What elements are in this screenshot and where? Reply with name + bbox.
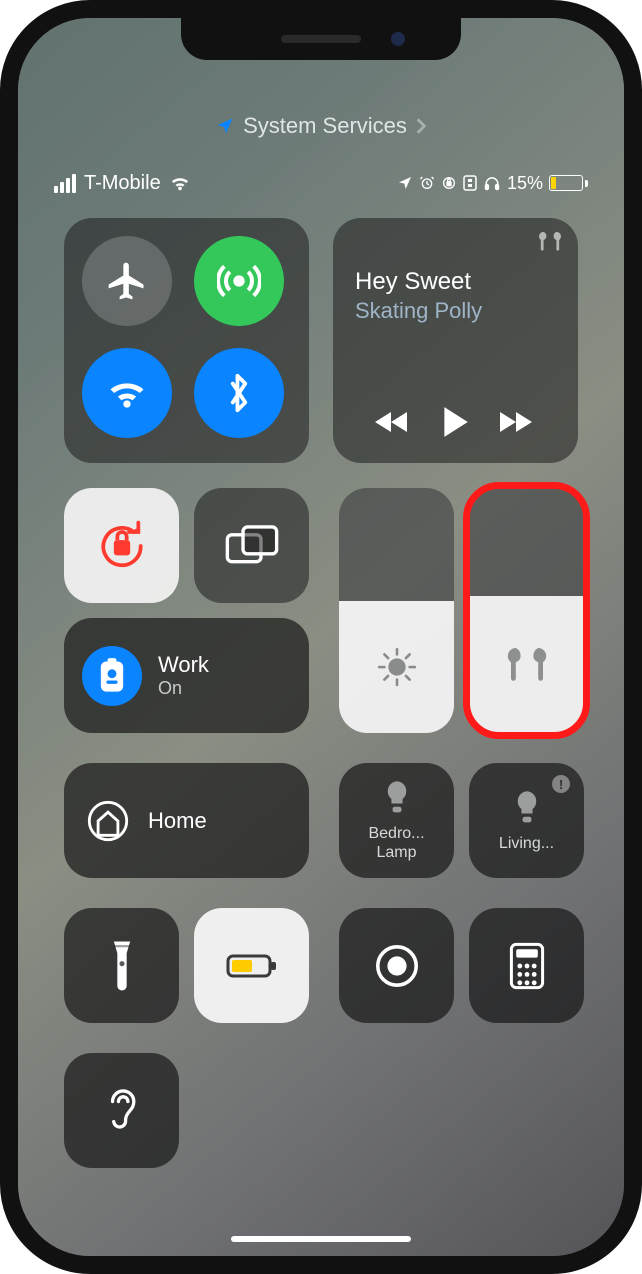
battery-icon	[549, 175, 588, 191]
warning-icon: !	[552, 775, 570, 793]
carrier-label: T-Mobile	[84, 172, 161, 195]
screen-record-button[interactable]	[339, 908, 454, 1023]
shortcut-icon	[463, 175, 477, 191]
airplane-mode-toggle[interactable]	[82, 236, 172, 326]
breadcrumb-label: System Services	[243, 113, 407, 139]
volume-slider[interactable]	[469, 488, 584, 733]
home-label: Home	[148, 808, 207, 834]
living-room-tile[interactable]: ! Living...	[469, 763, 584, 878]
home-tile[interactable]: Home	[64, 763, 309, 878]
wifi-icon	[169, 174, 191, 192]
brightness-icon	[376, 646, 418, 688]
hearing-button[interactable]	[64, 1053, 179, 1168]
screen-mirroring-button[interactable]	[194, 488, 309, 603]
cellular-data-toggle[interactable]	[194, 236, 284, 326]
now-playing-tile[interactable]: Hey Sweet Skating Polly	[333, 218, 578, 463]
home-icon	[86, 799, 130, 843]
side-button	[626, 338, 634, 468]
notch	[181, 18, 461, 60]
focus-state: On	[158, 678, 209, 699]
mute-switch	[8, 218, 16, 268]
living-room-label: Living...	[499, 835, 554, 853]
brightness-slider[interactable]	[339, 488, 454, 733]
wifi-toggle[interactable]	[82, 348, 172, 438]
bedroom-lamp-label: Bedro... Lamp	[368, 825, 424, 862]
chevron-right-icon	[415, 117, 427, 135]
airpods-volume-icon	[503, 644, 551, 684]
front-camera	[391, 32, 405, 46]
play-button[interactable]	[440, 405, 470, 439]
speaker	[281, 35, 361, 43]
calculator-button[interactable]	[469, 908, 584, 1023]
track-title: Hey Sweet	[355, 268, 556, 296]
airpods-icon	[536, 230, 564, 252]
home-indicator[interactable]	[231, 1236, 411, 1242]
volume-down-button	[8, 418, 16, 508]
focus-badge-icon	[82, 646, 142, 706]
alarm-icon	[419, 175, 435, 191]
headphones-icon	[483, 175, 501, 191]
orientation-lock-toggle[interactable]	[64, 488, 179, 603]
connectivity-group[interactable]	[64, 218, 309, 463]
forward-button[interactable]	[498, 408, 538, 436]
breadcrumb[interactable]: System Services	[18, 113, 624, 139]
low-power-mode-toggle[interactable]	[194, 908, 309, 1023]
bulb-icon	[382, 779, 412, 819]
focus-name: Work	[158, 652, 209, 678]
phone-frame: System Services T-Mobile 15%	[0, 0, 642, 1274]
signal-bars-icon	[54, 174, 76, 193]
focus-tile[interactable]: Work On	[64, 618, 309, 733]
volume-up-button	[8, 308, 16, 398]
orientation-lock-status-icon	[441, 175, 457, 191]
location-active-icon	[397, 175, 413, 191]
battery-percent: 15%	[507, 173, 543, 194]
bulb-icon	[512, 789, 542, 829]
rewind-button[interactable]	[373, 408, 413, 436]
status-bar: T-Mobile 15%	[54, 168, 588, 198]
control-center: Hey Sweet Skating Polly	[64, 218, 578, 1186]
bluetooth-toggle[interactable]	[194, 348, 284, 438]
flashlight-button[interactable]	[64, 908, 179, 1023]
bedroom-lamp-tile[interactable]: Bedro... Lamp	[339, 763, 454, 878]
track-artist: Skating Polly	[355, 298, 556, 324]
location-icon	[215, 116, 235, 136]
